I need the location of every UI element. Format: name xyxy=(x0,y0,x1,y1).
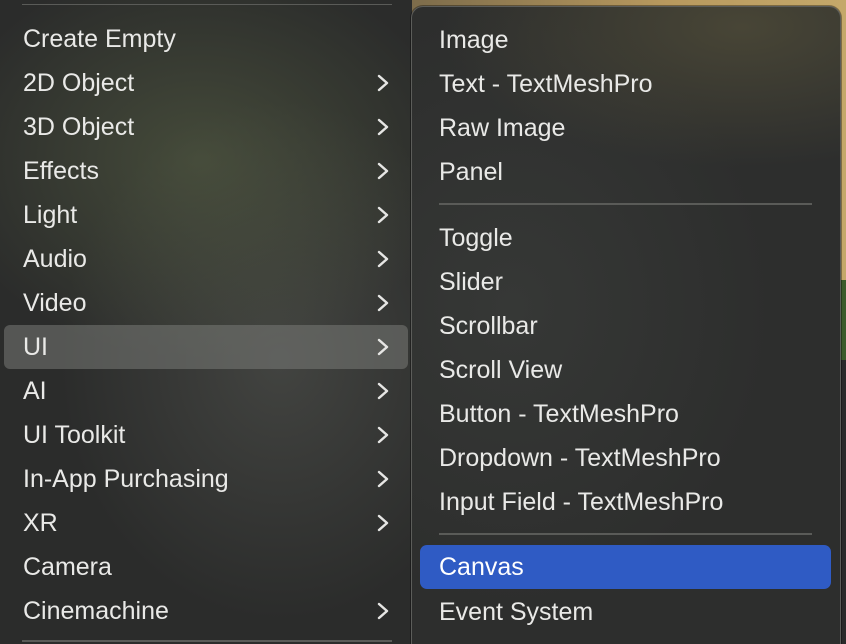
menu-item-label: Cinemachine xyxy=(23,596,169,625)
menu-item-label: Create Empty xyxy=(23,24,176,53)
menu-item-ui-toolkit[interactable]: UI Toolkit xyxy=(4,413,408,457)
gameobject-create-menu: Create Empty 2D Object 3D Object Effects… xyxy=(0,0,412,644)
submenu-item-label: Scrollbar xyxy=(439,311,538,340)
menu-item-label: AI xyxy=(23,376,47,405)
menu-item-label: Camera xyxy=(23,552,112,581)
submenu-item-input-field-textmeshpro[interactable]: Input Field - TextMeshPro xyxy=(420,480,831,524)
menu-item-label: UI xyxy=(23,332,48,361)
submenu-item-canvas[interactable]: Canvas xyxy=(420,545,831,589)
chevron-right-icon xyxy=(377,602,389,620)
menu-item-cinemachine[interactable]: Cinemachine xyxy=(4,589,408,633)
submenu-item-label: Input Field - TextMeshPro xyxy=(439,487,724,516)
menu-item-ui[interactable]: UI xyxy=(4,325,408,369)
menu-item-label: Effects xyxy=(23,156,99,185)
menu-item-label: UI Toolkit xyxy=(23,420,126,449)
chevron-right-icon xyxy=(377,74,389,92)
submenu-item-scroll-view[interactable]: Scroll View xyxy=(420,348,831,392)
menu-item-create-empty[interactable]: Create Empty xyxy=(4,17,408,61)
chevron-right-icon xyxy=(377,250,389,268)
chevron-right-icon xyxy=(377,470,389,488)
submenu-item-label: Button - TextMeshPro xyxy=(439,399,679,428)
menu-item-label: 3D Object xyxy=(23,112,135,141)
menu-item-effects[interactable]: Effects xyxy=(4,149,408,193)
menu-separator xyxy=(22,4,392,5)
submenu-item-toggle[interactable]: Toggle xyxy=(420,216,831,260)
submenu-item-label: Image xyxy=(439,25,509,54)
submenu-item-label: Dropdown - TextMeshPro xyxy=(439,443,721,472)
menu-item-camera[interactable]: Camera xyxy=(4,545,408,589)
menu-item-label: Light xyxy=(23,200,78,229)
menu-item-label: In-App Purchasing xyxy=(23,464,229,493)
menu-item-label: 2D Object xyxy=(23,68,135,97)
menu-separator xyxy=(439,533,812,535)
submenu-item-text-textmeshpro[interactable]: Text - TextMeshPro xyxy=(420,62,831,106)
menu-item-xr[interactable]: XR xyxy=(4,501,408,545)
chevron-right-icon xyxy=(377,514,389,532)
ui-submenu: Image Text - TextMeshPro Raw Image Panel… xyxy=(411,6,841,644)
menu-item-3d-object[interactable]: 3D Object xyxy=(4,105,408,149)
submenu-item-label: Event System xyxy=(439,597,594,626)
submenu-item-label: Panel xyxy=(439,157,503,186)
submenu-item-event-system[interactable]: Event System xyxy=(420,590,831,634)
submenu-item-label: Toggle xyxy=(439,223,513,252)
menu-item-label: XR xyxy=(23,508,58,537)
submenu-item-label: Canvas xyxy=(439,552,524,581)
menu-item-ai[interactable]: AI xyxy=(4,369,408,413)
menu-item-video[interactable]: Video xyxy=(4,281,408,325)
menu-separator xyxy=(439,203,812,205)
submenu-item-scrollbar[interactable]: Scrollbar xyxy=(420,304,831,348)
submenu-item-button-textmeshpro[interactable]: Button - TextMeshPro xyxy=(420,392,831,436)
menu-item-audio[interactable]: Audio xyxy=(4,237,408,281)
menu-item-label: Audio xyxy=(23,244,87,273)
submenu-item-raw-image[interactable]: Raw Image xyxy=(420,106,831,150)
chevron-right-icon xyxy=(377,338,389,356)
menu-item-in-app-purchasing[interactable]: In-App Purchasing xyxy=(4,457,408,501)
menu-item-light[interactable]: Light xyxy=(4,193,408,237)
submenu-item-panel[interactable]: Panel xyxy=(420,150,831,194)
submenu-item-slider[interactable]: Slider xyxy=(420,260,831,304)
submenu-item-image[interactable]: Image xyxy=(420,18,831,62)
chevron-right-icon xyxy=(377,118,389,136)
chevron-right-icon xyxy=(377,294,389,312)
menu-item-2d-object[interactable]: 2D Object xyxy=(4,61,408,105)
menu-separator xyxy=(22,640,392,642)
submenu-item-dropdown-textmeshpro[interactable]: Dropdown - TextMeshPro xyxy=(420,436,831,480)
submenu-item-label: Scroll View xyxy=(439,355,563,384)
chevron-right-icon xyxy=(377,382,389,400)
chevron-right-icon xyxy=(377,426,389,444)
chevron-right-icon xyxy=(377,162,389,180)
chevron-right-icon xyxy=(377,206,389,224)
menu-item-label: Video xyxy=(23,288,87,317)
submenu-item-label: Slider xyxy=(439,267,503,296)
submenu-item-label: Text - TextMeshPro xyxy=(439,69,653,98)
submenu-item-label: Raw Image xyxy=(439,113,566,142)
